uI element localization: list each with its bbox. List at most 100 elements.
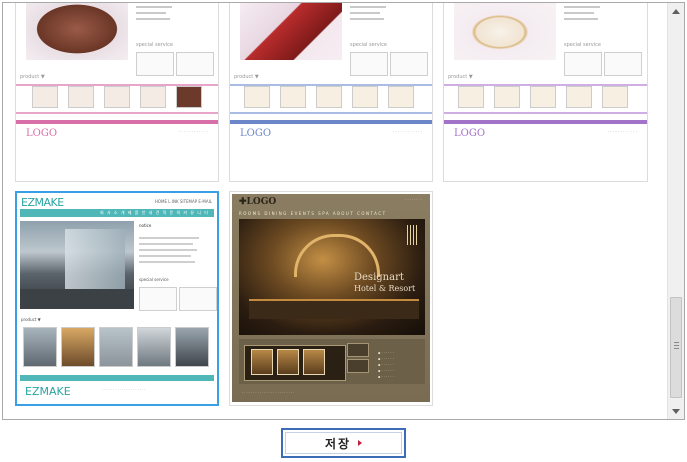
template-logo: ✚LOGO <box>239 197 277 207</box>
save-button[interactable]: 저장 <box>281 428 406 458</box>
product-thumb <box>316 86 342 108</box>
footer-small-text: · · · · · · · · · · · · · · · · · · · · <box>102 388 146 392</box>
product-thumb <box>388 86 414 108</box>
preview-box <box>604 52 642 76</box>
template-card-cake[interactable]: special service product ▼ LOGO · · · · ·… <box>15 3 219 182</box>
arrow-right-icon <box>358 440 363 446</box>
special-service-label: special service <box>136 42 173 48</box>
template-card-ezmake[interactable]: EZMAKE HOME L.INK SITEMAP E-MAIL 회 사 소 개… <box>15 191 219 406</box>
product-thumb <box>140 86 166 108</box>
scroll-thumb[interactable] <box>670 297 682 398</box>
footer-logo: EZMAKE <box>25 385 71 398</box>
top-links: · · · · · · · · <box>405 198 422 202</box>
info-list: ▪ · · · · · · ▪ · · · · · · ▪ · · · · · · ▪… <box>378 351 394 379</box>
preview-box <box>390 52 428 76</box>
preview-bar-counter <box>249 299 419 319</box>
special-service-label: special service <box>139 277 169 282</box>
product-label: product ▼ <box>20 74 45 80</box>
product-thumb <box>23 327 57 367</box>
preview-text-line <box>139 237 199 239</box>
preview-text-line <box>564 6 600 8</box>
scroll-down-button[interactable] <box>668 403 684 419</box>
footer-accent-line <box>444 120 647 124</box>
footer-accent-line <box>16 120 218 124</box>
template-preview-image <box>454 3 556 60</box>
top-links: HOME L.INK SITEMAP E-MAIL <box>154 199 212 204</box>
hotel-headline-line2: Hotel & Resort <box>354 284 416 293</box>
special-service-label: special service <box>350 42 387 48</box>
product-thumb <box>494 86 520 108</box>
preview-text-line <box>350 18 384 20</box>
preview-box <box>350 52 388 76</box>
nav-items: ROOMS DINING EVENTS SPA ABOUT CONTACT <box>239 211 387 216</box>
product-label: product ▼ <box>234 74 259 80</box>
thumb-strip <box>244 345 346 381</box>
nav-bar: 회 사 소 개 제 품 안 내 견 적 문 의 커 뮤 니 티 <box>20 209 214 217</box>
notice-label: notice <box>139 223 152 228</box>
save-button-label: 저장 <box>324 436 352 451</box>
product-thumb <box>602 86 628 108</box>
nav-items: 회 사 소 개 제 품 안 내 견 적 문 의 커 뮤 니 티 <box>100 210 209 215</box>
product-label: product ▼ <box>21 317 41 322</box>
footer-small-text: · · · · · · · · · · · · · · · · · · · · … <box>242 391 295 395</box>
product-thumb <box>458 86 484 108</box>
template-card-jewelry-blue[interactable]: special service product ▼ LOGO · · · · ·… <box>229 3 433 182</box>
preview-text-line <box>139 255 191 257</box>
preview-box <box>564 52 602 76</box>
preview-text-line <box>136 18 170 20</box>
preview-floor <box>20 289 134 309</box>
product-thumb <box>104 86 130 108</box>
footer-small-text: · · · · · · · · · · · · <box>178 129 208 134</box>
product-thumb <box>303 349 325 375</box>
template-preview-image <box>26 3 128 60</box>
scroll-up-button[interactable] <box>668 3 684 19</box>
preview-chandelier <box>407 225 417 245</box>
product-thumb <box>176 86 202 108</box>
product-thumb <box>352 86 378 108</box>
hotel-headline: Designart Hotel & Resort <box>354 272 415 294</box>
chevron-up-icon <box>672 8 680 14</box>
footer-accent-line <box>230 120 432 124</box>
template-logo: LOGO <box>240 128 272 139</box>
preview-box <box>179 287 217 311</box>
info-icon-box <box>347 359 369 373</box>
preview-box <box>136 52 174 76</box>
product-thumb <box>99 327 133 367</box>
template-gallery-panel: special service product ▼ LOGO · · · · ·… <box>2 2 685 420</box>
template-logo: EZMAKE <box>21 196 64 209</box>
footer-accent-line <box>20 375 214 381</box>
product-thumb <box>32 86 58 108</box>
preview-text-line <box>139 243 193 245</box>
template-preview-image <box>240 3 342 60</box>
footer-small-text: · · · · · · · · · · · · <box>392 129 422 134</box>
product-thumb <box>137 327 171 367</box>
product-thumb <box>61 327 95 367</box>
product-thumb <box>530 86 556 108</box>
special-service-label: special service <box>564 42 601 48</box>
template-preview-image <box>20 221 134 309</box>
info-icon-box <box>347 343 369 357</box>
product-thumb <box>68 86 94 108</box>
preview-text-line <box>350 6 386 8</box>
product-thumb <box>277 349 299 375</box>
preview-text-line <box>139 261 195 263</box>
template-card-hotel[interactable]: ✚LOGO · · · · · · · · ROOMS DINING EVENT… <box>229 191 433 406</box>
product-thumb <box>251 349 273 375</box>
template-logo: LOGO <box>454 128 486 139</box>
preview-box <box>176 52 214 76</box>
vertical-scrollbar[interactable] <box>667 3 684 419</box>
product-thumb <box>244 86 270 108</box>
preview-text-line <box>136 12 166 14</box>
preview-text-line <box>136 6 172 8</box>
preview-arch <box>294 234 380 277</box>
product-label: product ▼ <box>448 74 473 80</box>
template-card-jewelry-purple[interactable]: special service product ▼ LOGO · · · · ·… <box>443 3 648 182</box>
product-thumb <box>175 327 209 367</box>
preview-box <box>139 287 177 311</box>
template-preview-image: Designart Hotel & Resort <box>239 219 425 335</box>
template-logo: LOGO <box>26 128 58 139</box>
footer-small-text: · · · · · · · · · · · · <box>607 129 637 134</box>
chevron-down-icon <box>672 408 680 414</box>
preview-window <box>65 229 125 289</box>
grip-icon <box>674 342 679 351</box>
